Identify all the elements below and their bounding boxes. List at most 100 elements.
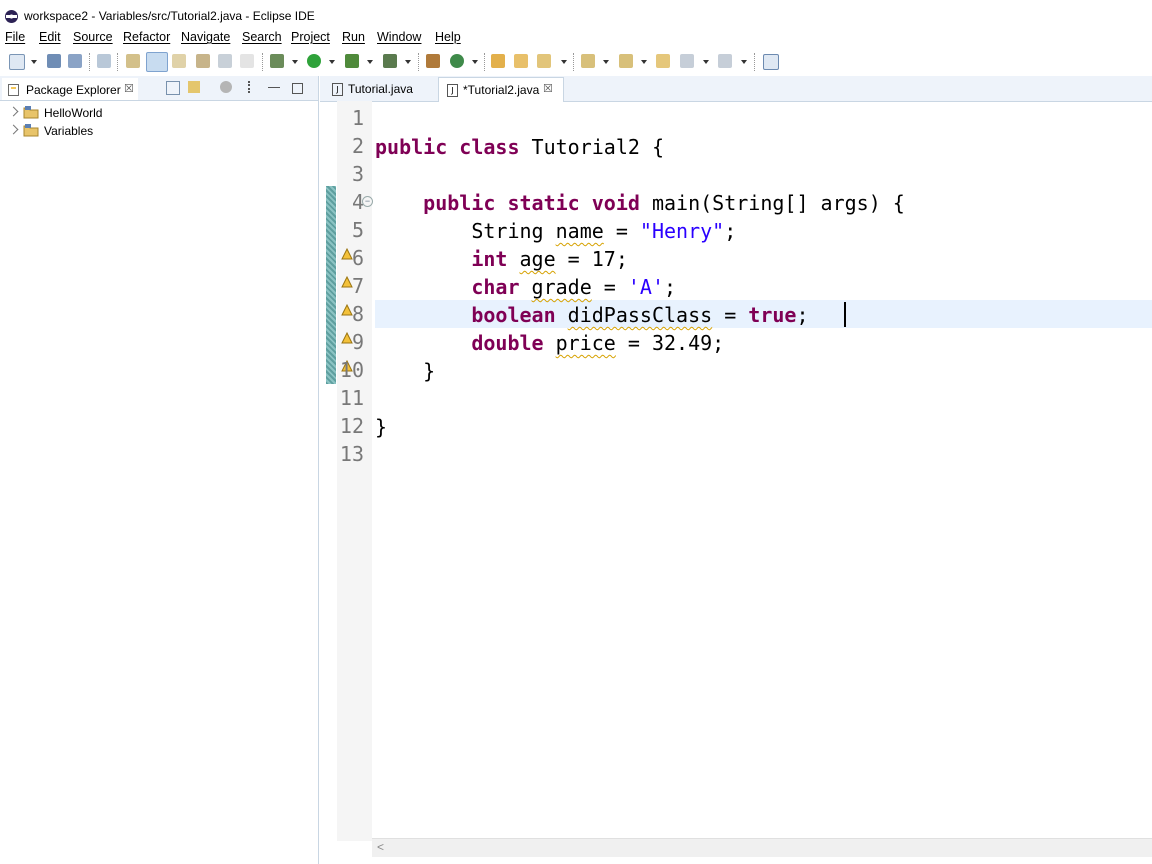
show-whitespace-icon[interactable] [240, 54, 254, 68]
skip-breakpoints-icon[interactable] [97, 54, 111, 68]
coverage-dropdown-icon[interactable] [367, 60, 373, 64]
run-icon[interactable] [307, 54, 321, 68]
save-all-icon[interactable] [68, 54, 82, 68]
menu-search[interactable]: Search [242, 30, 282, 44]
open-task-icon[interactable] [491, 54, 505, 68]
scroll-left-icon[interactable]: < [377, 840, 384, 854]
variable-name: price [555, 331, 616, 355]
code-line-9[interactable]: double price = 32.49; [375, 329, 724, 357]
maximize-icon[interactable] [292, 83, 303, 94]
close-icon[interactable]: ☒ [543, 82, 553, 95]
horizontal-scrollbar[interactable]: < [372, 838, 1152, 857]
new-dropdown-icon[interactable] [31, 60, 37, 64]
type-name: String [471, 219, 544, 243]
menu-help[interactable]: Help [435, 30, 461, 44]
previous-annotation-dropdown-icon[interactable] [641, 60, 647, 64]
fold-collapse-icon[interactable]: − [362, 196, 373, 207]
code-line-2[interactable]: public class Tutorial2 { [375, 133, 664, 161]
new-java-class-icon[interactable] [450, 54, 464, 68]
debug-dropdown-icon[interactable] [292, 60, 298, 64]
tab-tutorial-java[interactable]: J Tutorial.java [324, 77, 432, 101]
line-number: 3 [351, 162, 364, 186]
external-tools-icon[interactable] [383, 54, 397, 68]
line-number: 4 [351, 190, 364, 214]
minimize-icon[interactable] [268, 87, 280, 88]
toolbar-separator [117, 53, 119, 71]
code-text: = [603, 219, 640, 243]
menu-window[interactable]: Window [377, 30, 421, 44]
code-line-12[interactable]: } [375, 413, 387, 441]
previous-annotation-icon[interactable] [619, 54, 633, 68]
open-type-icon[interactable] [126, 54, 140, 68]
code-text: = [712, 303, 749, 327]
annotation-icon[interactable] [172, 54, 186, 68]
tab-tutorial2-java[interactable]: J *Tutorial2.java ☒ [438, 77, 564, 102]
new-class-dropdown-icon[interactable] [472, 60, 478, 64]
menu-bar: File Edit Source Refactor Navigate Searc… [0, 30, 1152, 48]
line-number: 1 [351, 106, 364, 130]
java-project-icon [23, 106, 39, 119]
code-line-10[interactable]: } [375, 357, 435, 385]
java-project-icon [23, 124, 39, 137]
menu-navigate[interactable]: Navigate [181, 30, 230, 44]
code-text: ; [664, 275, 677, 299]
collapse-all-icon[interactable] [166, 81, 180, 95]
chevron-right-icon[interactable] [8, 106, 19, 117]
menu-run[interactable]: Run [342, 30, 365, 44]
keyword: static [507, 191, 580, 215]
external-tools-dropdown-icon[interactable] [405, 60, 411, 64]
package-explorer-panel: Package Explorer ☒ HelloWorld Variables [0, 76, 319, 864]
code-line-6[interactable]: int age = 17; [375, 245, 628, 273]
toolbar-separator [418, 53, 420, 71]
code-text: Tutorial2 { [519, 135, 665, 159]
variable-name: grade [531, 275, 592, 299]
code-text: } [423, 359, 436, 383]
code-line-5[interactable]: String name = "Henry"; [375, 217, 736, 245]
menu-edit[interactable]: Edit [39, 30, 61, 44]
char-literal: 'A' [627, 275, 665, 299]
package-explorer-tab[interactable]: Package Explorer ☒ [2, 78, 138, 100]
code-line-8[interactable]: boolean didPassClass = true; [375, 301, 808, 329]
window-title: workspace2 - Variables/src/Tutorial2.jav… [24, 9, 315, 23]
search-dropdown-icon[interactable] [561, 60, 567, 64]
open-folder-icon[interactable] [514, 54, 528, 68]
java-editor: J Tutorial.java J *Tutorial2.java ☒ 1 2 … [320, 76, 1152, 864]
menu-source[interactable]: Source [73, 30, 113, 44]
chevron-right-icon[interactable] [8, 124, 19, 135]
editor-tab-bar: J Tutorial.java J *Tutorial2.java ☒ [320, 76, 1152, 102]
tab-label: *Tutorial2.java [463, 83, 540, 97]
mark-occurrences-icon[interactable] [146, 52, 168, 72]
toggle-word-wrap-icon[interactable] [218, 54, 232, 68]
new-file-icon[interactable] [9, 54, 25, 70]
filter-icon[interactable] [220, 81, 232, 93]
coverage-icon[interactable] [345, 54, 359, 68]
link-with-editor-icon[interactable] [188, 81, 200, 93]
code-line-4[interactable]: public static void main(String[] args) { [375, 189, 905, 217]
toolbar-separator [754, 53, 756, 71]
search-flashlight-icon[interactable] [537, 54, 551, 68]
eclipse-logo-icon [5, 10, 18, 23]
back-arrow-icon[interactable] [680, 54, 694, 68]
view-menu-icon[interactable] [248, 81, 254, 93]
debug-icon[interactable] [270, 54, 284, 68]
code-text: = 32.49; [615, 331, 725, 355]
toolbar-separator [484, 53, 486, 71]
block-selection-icon[interactable] [196, 54, 210, 68]
back-dropdown-icon[interactable] [703, 60, 709, 64]
line-number: 8 [351, 302, 364, 326]
menu-refactor[interactable]: Refactor [123, 30, 170, 44]
forward-dropdown-icon[interactable] [741, 60, 747, 64]
last-edit-location-icon[interactable] [656, 54, 670, 68]
menu-project[interactable]: Project [291, 30, 330, 44]
open-perspective-icon[interactable] [763, 54, 779, 70]
next-annotation-icon[interactable] [581, 54, 595, 68]
run-dropdown-icon[interactable] [329, 60, 335, 64]
new-java-package-icon[interactable] [426, 54, 440, 68]
forward-arrow-icon[interactable] [718, 54, 732, 68]
save-icon[interactable] [47, 54, 61, 68]
close-icon[interactable]: ☒ [124, 82, 134, 95]
code-line-7[interactable]: char grade = 'A'; [375, 273, 676, 301]
menu-file[interactable]: File [5, 30, 25, 44]
next-annotation-dropdown-icon[interactable] [603, 60, 609, 64]
line-number: 2 [351, 134, 364, 158]
